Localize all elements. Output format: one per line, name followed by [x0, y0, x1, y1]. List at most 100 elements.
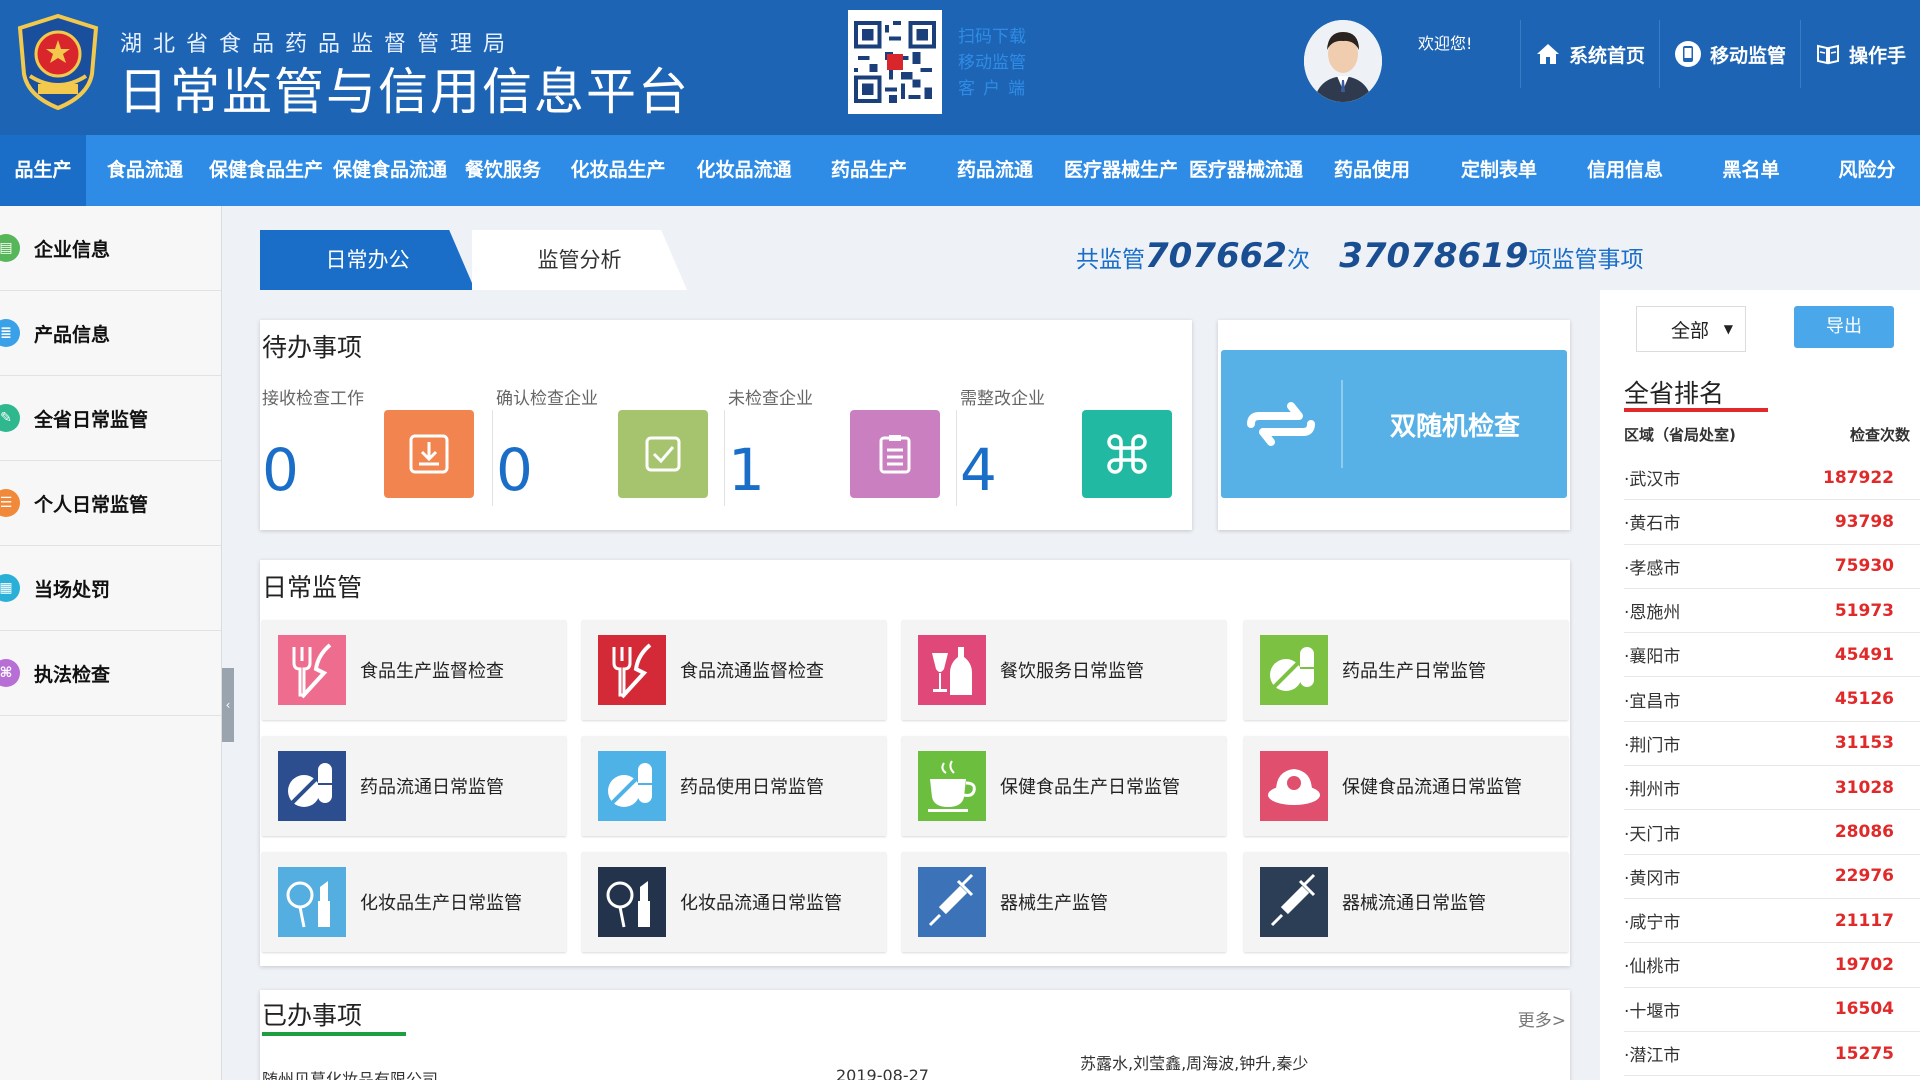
nav-food-circulation[interactable]: 食品流通	[86, 135, 204, 206]
daily-food-production[interactable]: 食品生产监督检查	[262, 620, 566, 720]
tab-daily-office[interactable]: 日常办公	[260, 230, 475, 290]
qr-code[interactable]	[848, 10, 942, 114]
penalty-icon: ▦	[0, 574, 20, 602]
daily-drug-production[interactable]: 药品生产日常监管	[1244, 620, 1568, 720]
daily-title: 日常监管	[262, 573, 363, 602]
stats-suffix: 项监管事项	[1528, 247, 1644, 273]
app-header: 湖北省食品药品监督管理局 日常监管与信用信息平台 扫码下载 移动监管 客户端 欢…	[0, 0, 1920, 135]
drug-use-icon	[598, 751, 666, 821]
top-nav-manual[interactable]: 操作手	[1800, 20, 1920, 88]
done-title-underline	[262, 1032, 406, 1036]
table-row[interactable]: ·荆州市 31028	[1624, 766, 1920, 811]
table-row[interactable]: ·黄冈市 22976	[1624, 855, 1920, 899]
daily-item-label: 药品流通日常监管	[360, 777, 504, 798]
todo-rectify-enterprise[interactable]: 需整改企业 4	[956, 320, 1192, 530]
sidebar-item-label: 个人日常监管	[34, 493, 149, 516]
nav-credit-info[interactable]: 信用信息	[1562, 135, 1688, 206]
rank-city: ·恩施州	[1624, 603, 1681, 624]
more-link[interactable]: 更多>	[1518, 1006, 1566, 1031]
export-button[interactable]: 导出	[1794, 306, 1894, 348]
qr-text-line: 扫码下载	[958, 27, 1026, 47]
supervision-stats: 共监管707662次 37078619项监管事项	[1076, 236, 1643, 276]
random-check-button[interactable]: 双随机检查	[1221, 350, 1567, 498]
daily-health-food-circulation[interactable]: 保健食品流通日常监管	[1244, 736, 1568, 836]
sidebar-item-enterprise[interactable]: ▤ 企业信息	[0, 206, 221, 291]
random-check-panel: 双随机检查	[1218, 320, 1570, 530]
table-row[interactable]: ·十堰市 16504	[1624, 988, 1920, 1032]
daily-item-label: 药品使用日常监管	[680, 777, 824, 798]
table-row[interactable]: ·潜江市 15275	[1624, 1032, 1920, 1077]
todo-confirm-enterprise[interactable]: 确认检查企业 0	[492, 320, 724, 530]
sidebar-item-province-supervision[interactable]: ✎ 全省日常监管	[0, 376, 221, 461]
table-row[interactable]: ·仙桃市 19702	[1624, 943, 1920, 988]
main-nav: 品生产 食品流通 保健食品生产 保健食品流通 餐饮服务 化妆品生产 化妆品流通 …	[0, 135, 1920, 206]
receive-download-icon[interactable]	[384, 410, 474, 498]
user-avatar[interactable]	[1304, 20, 1382, 102]
nav-custom-forms[interactable]: 定制表单	[1436, 135, 1562, 206]
todo-label: 需整改企业	[960, 389, 1045, 409]
cosmetics-circulation-icon	[598, 867, 666, 937]
sidebar-item-inspection[interactable]: ⌘ 执法检查	[0, 631, 221, 716]
daily-catering[interactable]: 餐饮服务日常监管	[902, 620, 1226, 720]
table-row[interactable]: ·黄石市 93798	[1624, 500, 1920, 545]
todo-unchecked-enterprise[interactable]: 未检查企业 1	[724, 320, 956, 530]
table-row[interactable]: ·咸宁市 21117	[1624, 899, 1920, 944]
nav-blacklist[interactable]: 黑名单	[1688, 135, 1814, 206]
todo-count: 1	[728, 436, 765, 504]
daily-drug-circulation[interactable]: 药品流通日常监管	[262, 736, 566, 836]
table-row[interactable]: ·恩施州 51973	[1624, 589, 1920, 634]
device-production-icon	[918, 867, 986, 937]
daily-drug-use[interactable]: 药品使用日常监管	[582, 736, 886, 836]
rank-city: ·咸宁市	[1624, 913, 1681, 934]
done-people: 苏露水,刘莹鑫,周海波,钟升,秦少	[1080, 1054, 1309, 1073]
daily-device-circulation[interactable]: 器械流通日常监管	[1244, 852, 1568, 952]
sidebar-item-label: 当场处罚	[34, 578, 111, 601]
done-company[interactable]: 随州贝葛化妆品有限公司	[262, 1066, 438, 1080]
table-row[interactable]: ·宜昌市 45126	[1624, 677, 1920, 722]
nav-drug-use[interactable]: 药品使用	[1308, 135, 1436, 206]
sidebar-item-product[interactable]: ≣ 产品信息	[0, 291, 221, 376]
qr-download-hint: 扫码下载 移动监管 客户端	[958, 24, 1033, 102]
todo-receive-check[interactable]: 接收检查工作 0	[260, 320, 492, 530]
table-row[interactable]: ·荆门市 31153	[1624, 722, 1920, 767]
sidebar-item-penalty[interactable]: ▦ 当场处罚	[0, 546, 221, 631]
daily-cosmetics-production[interactable]: 化妆品生产日常监管	[262, 852, 566, 952]
province-supervision-icon: ✎	[0, 404, 20, 432]
rank-value: 45126	[1834, 689, 1894, 710]
nav-cosmetics-production[interactable]: 化妆品生产	[554, 135, 682, 206]
daily-device-production[interactable]: 器械生产监管	[902, 852, 1226, 952]
rank-value: 22976	[1834, 866, 1894, 887]
nav-drug-production[interactable]: 药品生产	[806, 135, 932, 206]
qr-text-line: 客户端	[958, 79, 1033, 99]
daily-item-label: 化妆品流通日常监管	[680, 893, 842, 914]
sidebar-item-personal-supervision[interactable]: ☰ 个人日常监管	[0, 461, 221, 546]
nav-drug-circulation[interactable]: 药品流通	[932, 135, 1058, 206]
table-row[interactable]: ·天门市 28086	[1624, 810, 1920, 855]
confirm-check-icon[interactable]	[618, 410, 708, 498]
daily-health-food-production[interactable]: 保健食品生产日常监管	[902, 736, 1226, 836]
sidebar-item-label: 产品信息	[34, 323, 111, 346]
clipboard-icon[interactable]	[850, 410, 940, 498]
nav-catering[interactable]: 餐饮服务	[452, 135, 554, 206]
nav-food-production[interactable]: 品生产	[0, 135, 86, 206]
command-icon[interactable]	[1082, 410, 1172, 498]
top-nav-mobile[interactable]: 移动监管	[1659, 20, 1800, 88]
rank-value: 28086	[1834, 822, 1894, 843]
table-row[interactable]: ·襄阳市 45491	[1624, 633, 1920, 678]
nav-health-food-circulation[interactable]: 保健食品流通	[328, 135, 452, 206]
nav-risk[interactable]: 风险分	[1814, 135, 1920, 206]
nav-device-production[interactable]: 医疗器械生产	[1058, 135, 1184, 206]
nav-cosmetics-circulation[interactable]: 化妆品流通	[682, 135, 806, 206]
nav-device-circulation[interactable]: 医疗器械流通	[1184, 135, 1308, 206]
sidebar: ▤ 企业信息 ≣ 产品信息 ✎ 全省日常监管 ☰ 个人日常监管 ▦ 当场处罚 ⌘…	[0, 206, 222, 1080]
table-row[interactable]: ·武汉市 187922	[1624, 456, 1920, 501]
daily-food-circulation[interactable]: 食品流通监督检查	[582, 620, 886, 720]
daily-cosmetics-circulation[interactable]: 化妆品流通日常监管	[582, 852, 886, 952]
sidebar-collapse-handle[interactable]: ‹	[222, 668, 234, 742]
rank-value: 187922	[1823, 467, 1894, 488]
table-row[interactable]: ·孝感市 75930	[1624, 545, 1920, 589]
region-filter-select[interactable]: 全部 ▼	[1636, 306, 1746, 352]
nav-health-food-production[interactable]: 保健食品生产	[204, 135, 328, 206]
tab-supervision-analysis[interactable]: 监管分析	[472, 230, 687, 290]
top-nav-home[interactable]: 系统首页	[1520, 20, 1659, 88]
